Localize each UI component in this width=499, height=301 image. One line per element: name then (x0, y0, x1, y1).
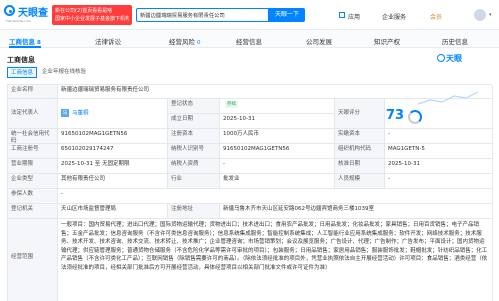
chevron-down-icon[interactable]: ▾ (489, 12, 492, 18)
score-trend-chart (417, 91, 479, 105)
value-credit-code: 91650102MAG1GETN56 (58, 129, 168, 144)
user-avatar[interactable] (474, 9, 486, 21)
logo-subtext: TianYanCha.com (6, 19, 31, 23)
tab-ip[interactable]: 知识产权 (374, 36, 400, 46)
nav-enterprise-service[interactable]: 企业服务 (382, 12, 406, 21)
nav-vip[interactable]: 会员 (430, 12, 442, 21)
value-staff-size: - (385, 174, 493, 189)
tab-operations[interactable]: 经营信息 (236, 36, 262, 46)
promo-line-1: 新在公司(2)首页看看是啥 (55, 8, 113, 14)
label-founded-date: 成立日期 (168, 114, 220, 129)
value-business-scope: 一般项目：国内贸易代理；进出口代理；国际货物运输代理；货物进出口；技术进出口；食… (58, 219, 493, 301)
label-business-term: 营业期限 (8, 159, 58, 174)
tab-business-risk[interactable]: 经营风险 0 (169, 36, 201, 46)
value-business-term: 2025-10-31 至 无固定期限 (58, 159, 168, 174)
label-insured-count: 参保人数 (8, 189, 58, 204)
section-brand: 天眼 (446, 54, 462, 63)
section-tabs: 工商信息 8 法律诉讼 经营风险 0 经营信息 公司发展 知识产权 历史信息 (0, 30, 499, 48)
value-org-code: MAG1GETN-5 (385, 144, 493, 159)
value-reg-authority: 天山区市场监督管理局 (58, 204, 168, 219)
tianyan-score[interactable]: 73 (386, 108, 404, 123)
tab-history[interactable]: 历史信息 (442, 36, 468, 46)
label-reg-address: 注册地址 (168, 204, 220, 219)
value-reg-capital: 1000万人民币 (220, 129, 335, 144)
subtab-annual-report[interactable]: 企业年报在线核验 (39, 67, 89, 78)
status-cell: 存续 (220, 99, 335, 114)
promo-line-2: 国家中小企业发展子基金旗下机构 (55, 16, 129, 22)
label-reg-number: 工商注册号 (8, 144, 58, 159)
search-button[interactable]: 天眼一下 (269, 8, 305, 22)
tab-development[interactable]: 公司发展 (306, 36, 332, 46)
label-business-scope: 经营范围 (8, 219, 58, 301)
legal-rep-avatar: 马 (61, 109, 69, 117)
label-industry: 行业 (168, 174, 220, 189)
nav-app[interactable]: 应用 (348, 12, 360, 21)
search-input[interactable] (137, 9, 268, 21)
top-header: 天眼查 TianYanCha.com 新在公司(2)首页看看是啥 国家中小企业发… (0, 0, 499, 30)
value-legal-rep[interactable]: 马董桐 (72, 111, 89, 117)
score-ring-icon (408, 110, 422, 124)
label-staff-size: 人员规模 (335, 174, 385, 189)
label-company-name: 企业名称 (8, 85, 58, 99)
promo-banner[interactable]: 新在公司(2)首页看看是啥 国家中小企业发展子基金旗下机构 (52, 5, 132, 25)
value-taxpayer-qual: - (220, 159, 335, 174)
logo-text: 天眼查 (18, 8, 48, 19)
value-industry: 批发业 (220, 174, 335, 189)
label-reg-status: 登记状态 (168, 99, 220, 114)
subtab-business-info[interactable]: 工商信息 (7, 67, 38, 78)
value-company-type: 其他有限责任公司 (58, 174, 168, 189)
eye-logo-icon (4, 5, 15, 16)
value-approval-date: 2025-10-31 (385, 159, 493, 174)
value-paid-capital: - (385, 129, 493, 144)
tab-business-info[interactable]: 工商信息 8 (9, 36, 41, 48)
label-legal-rep: 法定代表人 (8, 99, 58, 129)
value-taxpayer-id: 91650102MAG1GETN56 (220, 144, 335, 159)
label-credit-code: 统一社会信用代码 (8, 129, 58, 144)
label-company-type: 企业类型 (8, 174, 58, 189)
legal-rep-cell: 马马董桐 (58, 99, 168, 129)
label-taxpayer-qual: 纳税人资质 (168, 159, 220, 174)
label-tianyan-score: 天眼评分 (335, 99, 385, 129)
tianyan-eye-icon (437, 54, 445, 62)
label-org-code: 组织机构代码 (335, 144, 385, 159)
label-taxpayer-id: 纳税人识别号 (168, 144, 220, 159)
label-reg-authority: 登记机关 (8, 204, 58, 219)
section-title: 工商信息 (7, 56, 35, 64)
tab-litigation[interactable]: 法律诉讼 (95, 36, 121, 46)
search-box (136, 8, 269, 22)
value-insured-count: - (58, 189, 493, 204)
app-grid-icon (339, 12, 345, 18)
value-founded-date: 2025-10-31 (220, 114, 335, 129)
value-reg-address: 新疆乌鲁木齐市天山区延安路062号边疆宾馆商务三楼1039室 (220, 204, 493, 219)
label-reg-capital: 注册资本 (168, 129, 220, 144)
logo[interactable]: 天眼查 TianYanCha.com (4, 4, 50, 24)
value-reg-number: 650102029174247 (58, 144, 168, 159)
status-badge: 存续 (225, 101, 238, 108)
label-paid-capital: 实缴资本 (335, 129, 385, 144)
label-approval-date: 核准日期 (335, 159, 385, 174)
